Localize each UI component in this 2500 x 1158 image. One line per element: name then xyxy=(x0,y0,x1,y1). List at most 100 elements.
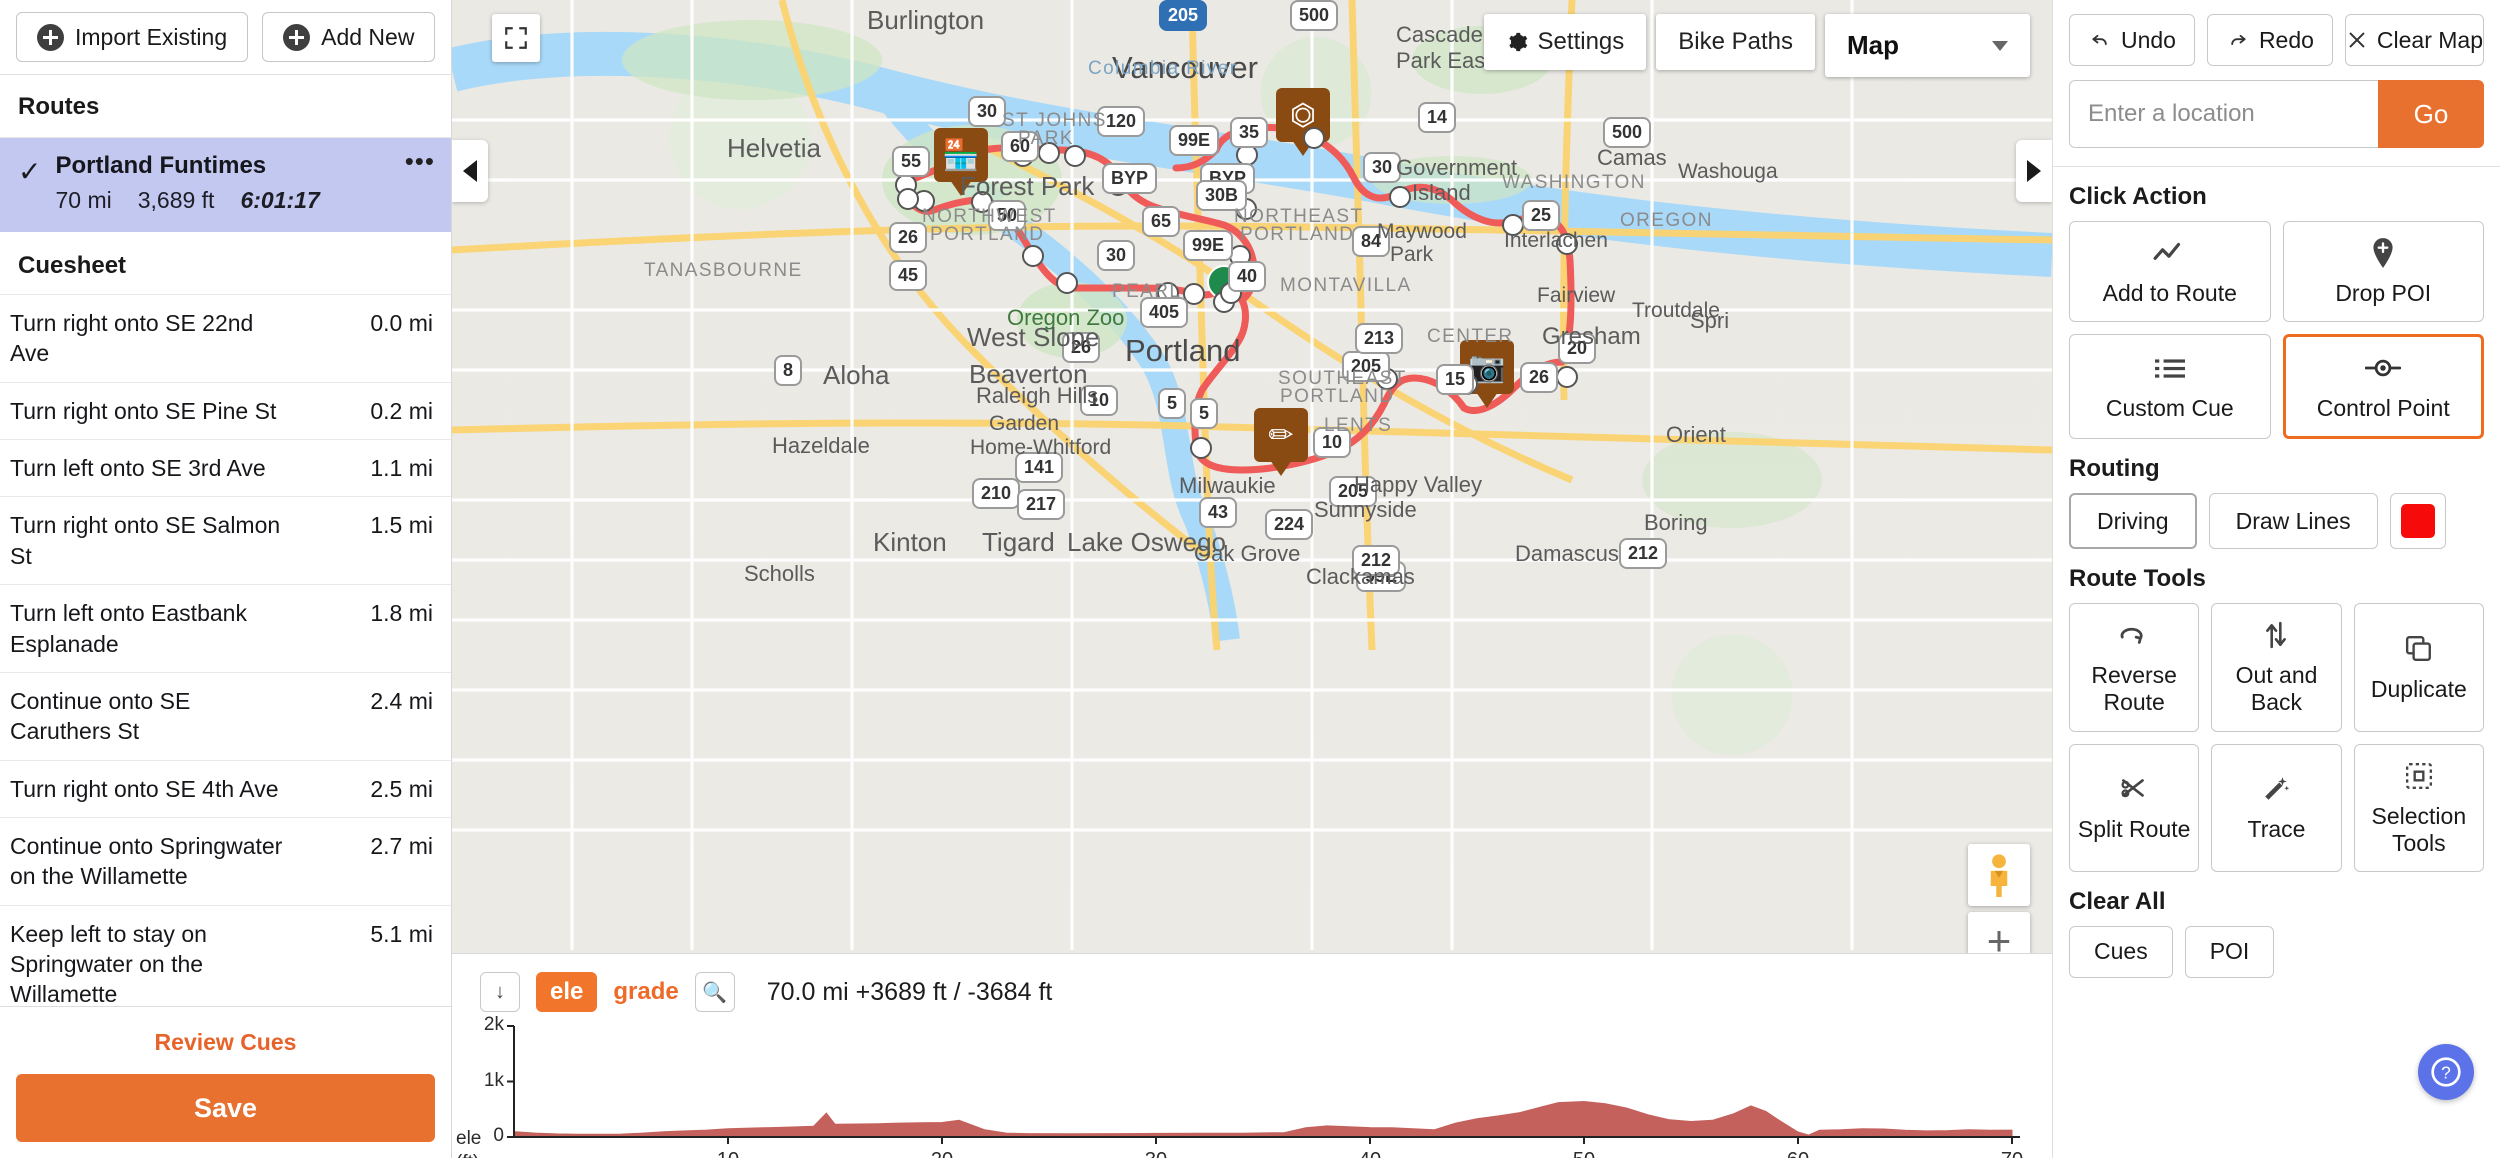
magic-wand-icon xyxy=(2262,772,2290,806)
click-action-drop-poi-label: Drop POI xyxy=(2335,280,2432,306)
map-collapse-right-button[interactable] xyxy=(2016,140,2052,202)
map-collapse-left-button[interactable] xyxy=(452,140,488,202)
street-view-pegman-button[interactable] xyxy=(1968,844,2030,906)
route-elevation: 3,689 ft xyxy=(137,187,215,213)
list-item[interactable]: Turn left onto Eastbank Esplanade 1.8 mi xyxy=(0,584,451,672)
highway-shield: 43 xyxy=(1199,497,1238,528)
cue-distance: 2.7 mi xyxy=(370,832,433,859)
undo-icon xyxy=(2092,34,2107,46)
map-label-city: Home-Whitford xyxy=(970,436,1112,459)
route-tool-split-route[interactable]: Split Route xyxy=(2069,743,2200,872)
highway-shield: 224 xyxy=(1265,509,1314,540)
click-action-add-to-route-label: Add to Route xyxy=(2102,280,2237,306)
click-action-custom-cue[interactable]: Custom Cue xyxy=(2069,334,2271,440)
route-name: Portland Funtimes xyxy=(55,152,267,179)
cue-text: Turn left onto SE 3rd Ave xyxy=(10,455,266,482)
map-label-city: Oak Grove xyxy=(1194,541,1301,566)
map-settings-label: Settings xyxy=(1537,28,1625,55)
click-action-drop-poi[interactable]: Drop POI xyxy=(2282,221,2484,323)
route-control-point[interactable] xyxy=(1056,272,1078,294)
click-action-control-point[interactable]: Control Point xyxy=(2282,334,2484,440)
map-label-city: Portland xyxy=(1125,333,1241,368)
download-icon[interactable]: ↓ xyxy=(480,972,520,1012)
clear-poi-button[interactable]: POI xyxy=(2184,925,2275,978)
route-tool-selection-tools[interactable]: Selection Tools xyxy=(2353,743,2484,872)
routing-mode-button[interactable]: Driving xyxy=(2069,493,2197,550)
elevation-tab-ele[interactable]: ele xyxy=(536,972,598,1012)
help-button[interactable]: ? xyxy=(2418,1044,2474,1100)
route-control-point[interactable] xyxy=(1303,127,1325,149)
list-item[interactable]: Continue onto Springwater on the Willame… xyxy=(0,816,451,905)
clear-cues-button[interactable]: Cues xyxy=(2069,925,2173,978)
click-action-add-to-route[interactable]: Add to Route xyxy=(2069,221,2271,323)
map-settings-button[interactable]: Settings xyxy=(1483,14,1647,70)
cue-text: Turn right onto SE Pine St xyxy=(10,397,277,424)
cue-text: Continue onto SE Caruthers St xyxy=(10,687,191,745)
route-control-point[interactable] xyxy=(1556,366,1578,388)
list-item[interactable]: Turn right onto SE 4th Ave 2.5 mi xyxy=(0,759,451,817)
route-control-point[interactable] xyxy=(1190,437,1212,459)
map-layer-value: Map xyxy=(1847,30,1899,60)
cue-distance: 1.1 mi xyxy=(370,455,433,482)
elevation-tab-grade[interactable]: grade xyxy=(613,978,678,1006)
route-list-item[interactable]: ✓ Portland Funtimes 70 mi 3,689 ft 6:01:… xyxy=(0,138,451,232)
click-action-control-point-label: Control Point xyxy=(2316,395,2450,422)
highway-shield: BYP xyxy=(1102,163,1158,194)
undo-button[interactable]: Undo xyxy=(2069,14,2195,66)
list-item[interactable]: Continue onto SE Caruthers St 2.4 mi xyxy=(0,671,451,760)
route-control-point[interactable] xyxy=(1022,245,1044,267)
map-poi-note-icon[interactable]: ✏ xyxy=(1254,408,1308,462)
review-cues-link[interactable]: Review Cues xyxy=(0,1007,451,1074)
up-down-arrows-icon xyxy=(2263,618,2289,652)
map-label-area: TANASBOURNE xyxy=(644,260,803,281)
add-new-button[interactable]: Add New xyxy=(262,12,436,62)
list-item[interactable]: Keep left to stay on Springwater on the … xyxy=(0,904,451,1006)
route-control-point[interactable] xyxy=(897,188,919,210)
map-label-city: Garden xyxy=(989,412,1060,435)
map-label-area: CENTER xyxy=(1427,326,1514,347)
import-existing-button[interactable]: Import Existing xyxy=(16,12,249,62)
map-fullscreen-button[interactable] xyxy=(492,14,540,62)
list-item[interactable]: Turn left onto SE 3rd Ave 1.1 mi xyxy=(0,439,451,496)
clear-map-button[interactable]: Clear Map xyxy=(2344,14,2485,66)
cue-text: Continue onto Springwater on the Willame… xyxy=(10,832,283,890)
redo-button[interactable]: Redo xyxy=(2206,14,2333,66)
add-new-label: Add New xyxy=(321,23,415,50)
route-color-picker[interactable] xyxy=(2389,493,2446,550)
route-tool-out-and-back[interactable]: Out and Back xyxy=(2211,603,2342,732)
expand-icon xyxy=(505,27,527,49)
route-tool-trace[interactable]: Trace xyxy=(2211,743,2342,872)
route-tool-reverse-route-label: Reverse Route xyxy=(2091,662,2177,716)
list-item[interactable]: Turn right onto SE Salmon St 1.5 mi xyxy=(0,496,451,584)
map-label-city: Maywood xyxy=(1377,220,1467,243)
map-label-city: Interlachen xyxy=(1504,229,1608,252)
route-selected-check-icon: ✓ xyxy=(18,156,42,187)
highway-shield: 99E xyxy=(1169,125,1220,156)
map-container[interactable]: ⏣ 🏪 📷 ✏ 500 205 30 120 99E 35 BYP BYP 30… xyxy=(452,0,2052,1158)
cue-distance: 2.4 mi xyxy=(370,687,433,714)
highway-shield: 14 xyxy=(1418,102,1457,133)
route-control-point[interactable] xyxy=(1389,186,1411,208)
cue-text: Keep left to stay on Springwater on the … xyxy=(10,920,207,1006)
draw-lines-button[interactable]: Draw Lines xyxy=(2208,493,2378,550)
highway-shield: 212 xyxy=(1619,538,1668,569)
go-button[interactable]: Go xyxy=(2378,80,2484,148)
save-button[interactable]: Save xyxy=(16,1074,435,1142)
clear-map-label: Clear Map xyxy=(2376,26,2484,53)
list-item[interactable]: Turn right onto SE Pine St 0.2 mi xyxy=(0,381,451,439)
click-action-title: Click Action xyxy=(2069,183,2207,210)
route-tool-reverse-route[interactable]: Reverse Route xyxy=(2069,603,2200,732)
highway-shield: 210 xyxy=(972,478,1021,509)
route-tool-duplicate[interactable]: Duplicate xyxy=(2353,603,2484,732)
search-input[interactable] xyxy=(2069,80,2378,148)
map-label-area: Columbia River xyxy=(1088,58,1238,79)
highway-shield: 8 xyxy=(774,355,803,386)
elevation-chart[interactable]: 2k 1k 0 ele (ft) xyxy=(452,1014,2052,1158)
map-bike-paths-button[interactable]: Bike Paths xyxy=(1656,14,1815,70)
list-item[interactable]: Turn right onto SE 22nd Ave 0.0 mi xyxy=(0,294,451,382)
map-label-city: Boring xyxy=(1644,510,1708,535)
route-overflow-menu-button[interactable]: ••• xyxy=(405,148,435,173)
elevation-chart-svg[interactable] xyxy=(452,1020,2052,1155)
zoom-out-icon[interactable]: 🔍 xyxy=(694,972,735,1012)
map-layer-select[interactable]: Map xyxy=(1825,14,2030,77)
